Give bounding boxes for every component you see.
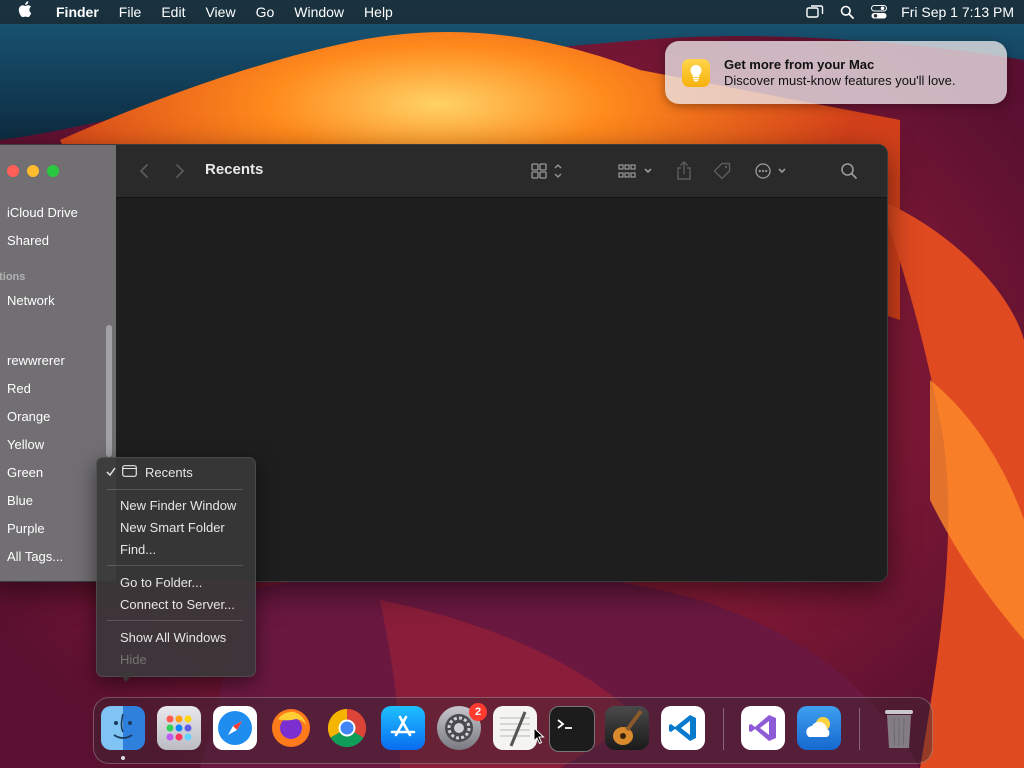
sidebar-item-tag-green[interactable]: Green xyxy=(7,465,43,480)
menu-window[interactable]: Window xyxy=(284,0,354,24)
weather-app-icon[interactable] xyxy=(797,706,841,750)
sidebar-item-icloud-drive[interactable]: iCloud Drive xyxy=(7,205,78,220)
sidebar-section-locations: ations xyxy=(0,271,26,283)
launchpad-app-icon[interactable] xyxy=(157,706,201,750)
textedit-app-icon[interactable] xyxy=(493,706,537,750)
running-indicator xyxy=(121,756,125,760)
menu-item-new-finder-window[interactable]: New Finder Window xyxy=(120,497,236,515)
sidebar-item-tag-orange[interactable]: Orange xyxy=(7,409,50,424)
terminal-app-icon[interactable] xyxy=(549,706,595,752)
view-mode-button[interactable] xyxy=(528,159,568,183)
forward-button[interactable] xyxy=(168,159,192,183)
sidebar-scrollbar[interactable] xyxy=(106,325,112,457)
menu-help[interactable]: Help xyxy=(354,0,403,24)
window-title: Recents xyxy=(205,161,264,178)
finder-app-icon[interactable] xyxy=(101,706,145,750)
apple-menu-icon[interactable] xyxy=(0,0,46,24)
spotlight-search-icon[interactable] xyxy=(831,0,863,24)
menu-view[interactable]: View xyxy=(195,0,245,24)
notification-body: Discover must-know features you'll love. xyxy=(724,72,956,88)
menu-item-hide: Hide xyxy=(120,652,147,667)
control-center-icon[interactable] xyxy=(863,0,895,24)
app-store-app-icon[interactable] xyxy=(381,706,425,750)
menu-item-find[interactable]: Find... xyxy=(120,541,156,559)
folder-window-icon xyxy=(122,465,137,480)
sidebar-item-all-tags[interactable]: All Tags... xyxy=(7,549,63,564)
context-menu-pointer xyxy=(119,673,133,682)
menu-go[interactable]: Go xyxy=(246,0,285,24)
sidebar-item-tag-yellow[interactable]: Yellow xyxy=(7,437,44,452)
checkmark-icon xyxy=(106,465,116,480)
notification-banner[interactable]: Get more from your Mac Discover must-kno… xyxy=(665,41,1007,104)
notification-title: Get more from your Mac xyxy=(724,56,875,72)
menu-item-recents[interactable]: Recents xyxy=(145,464,193,482)
visual-studio-app-icon[interactable] xyxy=(741,706,785,750)
dock: 2 xyxy=(93,697,933,764)
dock-separator xyxy=(859,708,860,750)
lightbulb-icon xyxy=(682,58,710,87)
tag-icon[interactable] xyxy=(710,159,734,183)
sidebar-item-network[interactable]: Network xyxy=(7,293,55,308)
sidebar-item-tag-blue[interactable]: Blue xyxy=(7,493,33,508)
dock-separator xyxy=(723,708,724,750)
firefox-app-icon[interactable] xyxy=(269,706,313,750)
chrome-app-icon[interactable] xyxy=(325,706,369,750)
sidebar-item-tag-red[interactable]: Red xyxy=(7,381,31,396)
menu-item-show-all-windows[interactable]: Show All Windows xyxy=(120,629,226,647)
dock-context-menu: Recents New Finder Window New Smart Fold… xyxy=(96,457,256,677)
sidebar-item-tag-purple[interactable]: Purple xyxy=(7,521,45,536)
close-button[interactable] xyxy=(7,165,19,177)
safari-app-icon[interactable] xyxy=(213,706,257,750)
group-by-button[interactable] xyxy=(616,159,656,183)
menu-edit[interactable]: Edit xyxy=(151,0,195,24)
mouse-cursor-icon xyxy=(533,726,545,750)
screen-mirroring-icon[interactable] xyxy=(799,0,831,24)
vscode-app-icon[interactable] xyxy=(661,706,705,750)
menu-item-new-smart-folder[interactable]: New Smart Folder xyxy=(120,519,225,537)
menu-finder[interactable]: Finder xyxy=(46,0,109,24)
minimize-button[interactable] xyxy=(27,165,39,177)
more-actions-button[interactable] xyxy=(752,159,792,183)
finder-toolbar: Recents xyxy=(116,145,887,198)
menu-item-go-to-folder[interactable]: Go to Folder... xyxy=(120,574,202,592)
sidebar-item-tag-rewwrerer[interactable]: rewwrerer xyxy=(7,353,65,368)
back-button[interactable] xyxy=(132,159,156,183)
share-icon[interactable] xyxy=(672,159,696,183)
menu-file[interactable]: File xyxy=(109,0,152,24)
zoom-button[interactable] xyxy=(47,165,59,177)
menu-bar-clock[interactable]: Fri Sep 1 7:13 PM xyxy=(895,4,1014,20)
search-icon[interactable] xyxy=(837,159,861,183)
menu-bar: Finder File Edit View Go Window Help Fri… xyxy=(0,0,1024,24)
menu-separator xyxy=(107,620,243,621)
menu-separator xyxy=(107,565,243,566)
menu-item-connect-to-server[interactable]: Connect to Server... xyxy=(120,596,235,614)
garageband-app-icon[interactable] xyxy=(605,706,649,750)
trash-icon[interactable] xyxy=(877,706,921,750)
menu-separator xyxy=(107,489,243,490)
notification-badge: 2 xyxy=(469,703,487,721)
sidebar-item-shared[interactable]: Shared xyxy=(7,233,49,248)
